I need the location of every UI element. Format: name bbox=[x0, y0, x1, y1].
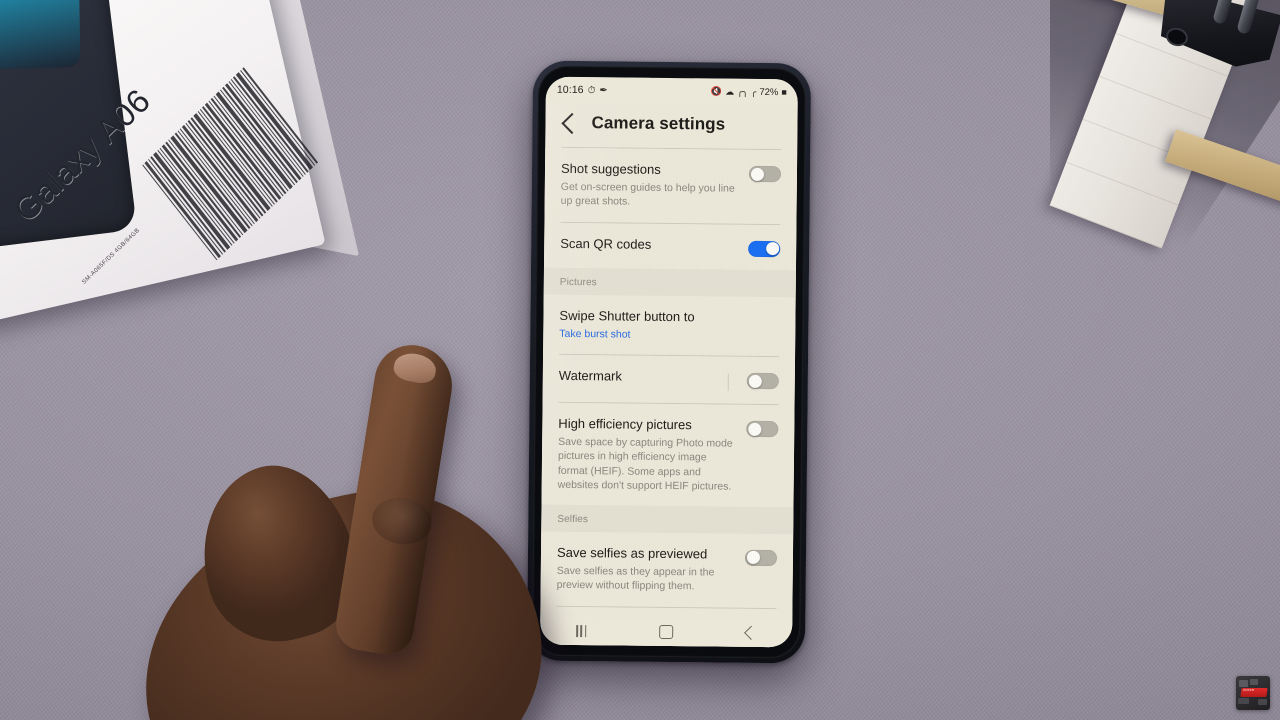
edit-icon: ✒ bbox=[599, 84, 608, 96]
setting-title: High efficiency pictures bbox=[558, 415, 692, 433]
scene: SAMSUNG Galaxy A06 SM-A065F/DS 4GB/64GB … bbox=[0, 0, 1280, 720]
keyboard-key bbox=[1239, 680, 1248, 687]
wooden-frame-object bbox=[1049, 0, 1280, 249]
setting-row-shot-suggestions[interactable]: Shot suggestions Get on-screen guides to… bbox=[544, 147, 798, 224]
signal2-icon: ╭ bbox=[750, 86, 757, 97]
setting-title: Shot suggestions bbox=[560, 160, 661, 177]
control-divider bbox=[727, 373, 729, 391]
page-title: Camera settings bbox=[591, 113, 726, 134]
red-enter-key: ENTER bbox=[1240, 688, 1268, 697]
toggle-high-efficiency-pictures[interactable] bbox=[746, 420, 779, 438]
setting-subtitle: Save space by capturing Photo mode pictu… bbox=[557, 436, 733, 493]
wifi-icon: ☁ bbox=[725, 86, 735, 97]
box-artwork-phone-screen bbox=[0, 0, 81, 71]
setting-title: Scan QR codes bbox=[560, 235, 652, 252]
back-button-icon[interactable] bbox=[743, 625, 758, 640]
row-text: Watermark bbox=[559, 368, 718, 386]
box-fine-print: SM-A065F/DS 4GB/64GB bbox=[81, 227, 142, 286]
setting-row-scan-qr-codes[interactable]: Scan QR codes bbox=[543, 222, 797, 270]
toggle-save-selfies-as-previewed[interactable] bbox=[744, 549, 778, 567]
system-navigation-bar bbox=[540, 616, 793, 648]
battery-percent: 72% bbox=[759, 86, 779, 98]
setting-row-swipe-shutter-button[interactable]: Swipe Shutter button to Take burst shot bbox=[543, 294, 796, 357]
status-bar: 10:16 ⏱ ✒ 🔇 ☁ ╭╮ ╭ 72% ■ bbox=[545, 76, 798, 106]
row-text: High efficiency pictures Save space by c… bbox=[558, 416, 737, 494]
toggle-scan-qr-codes[interactable] bbox=[748, 240, 781, 257]
alarm-icon: ⏱ bbox=[587, 84, 596, 96]
setting-value: Take burst shot bbox=[559, 327, 631, 341]
row-text: Shot suggestions Get on-screen guides to… bbox=[561, 161, 739, 210]
setting-subtitle: Save selfies as they appear in the previ… bbox=[556, 565, 715, 593]
setting-title: Watermark bbox=[558, 367, 623, 384]
row-text: Scan QR codes bbox=[560, 235, 738, 253]
phone-screen[interactable]: 10:16 ⏱ ✒ 🔇 ☁ ╭╮ ╭ 72% ■ Camera settings bbox=[540, 76, 798, 648]
home-button-icon[interactable] bbox=[658, 624, 674, 640]
setting-title: Save selfies as previewed bbox=[556, 544, 708, 562]
toggle-shot-suggestions[interactable] bbox=[748, 165, 782, 183]
smartphone: 10:16 ⏱ ✒ 🔇 ☁ ╭╮ ╭ 72% ■ Camera settings bbox=[526, 60, 812, 664]
setting-title: Swipe Shutter button to bbox=[559, 307, 695, 324]
setting-subtitle: Get on-screen guides to help you line up… bbox=[560, 181, 735, 209]
row-text: Save selfies as previewed Save selfies a… bbox=[557, 545, 735, 594]
group-header-pictures: Pictures bbox=[543, 267, 796, 297]
keyboard-key bbox=[1258, 699, 1267, 705]
back-arrow-icon[interactable] bbox=[561, 112, 583, 134]
setting-row-save-selfies-as-previewed[interactable]: Save selfies as previewed Save selfies a… bbox=[540, 531, 794, 608]
settings-list: Shot suggestions Get on-screen guides to… bbox=[540, 147, 798, 648]
enter-key-label: ENTER bbox=[1243, 688, 1255, 692]
status-bar-left: 10:16 ⏱ ✒ bbox=[557, 84, 608, 97]
keyboard-key bbox=[1250, 679, 1258, 685]
setting-row-high-efficiency-pictures[interactable]: High efficiency pictures Save space by c… bbox=[541, 402, 795, 508]
box-front-panel: SAMSUNG Galaxy A06 SM-A065F/DS 4GB/64GB bbox=[0, 0, 326, 326]
group-header-selfies: Selfies bbox=[541, 504, 794, 535]
channel-watermark-logo: ENTER bbox=[1236, 676, 1270, 710]
status-time: 10:16 bbox=[556, 83, 584, 97]
setting-row-watermark[interactable]: Watermark bbox=[542, 354, 796, 405]
row-text: Swipe Shutter button to Take burst shot bbox=[559, 307, 779, 343]
page-header: Camera settings bbox=[545, 102, 798, 150]
status-bar-right: 🔇 ☁ ╭╮ ╭ 72% ■ bbox=[711, 86, 787, 98]
signal-icon: ╭╮ bbox=[737, 86, 749, 97]
keyboard-key bbox=[1238, 698, 1249, 704]
toggle-watermark[interactable] bbox=[746, 372, 779, 390]
battery-icon: ■ bbox=[781, 87, 787, 98]
recents-button-icon[interactable] bbox=[576, 625, 587, 638]
mute-icon: 🔇 bbox=[710, 85, 723, 97]
